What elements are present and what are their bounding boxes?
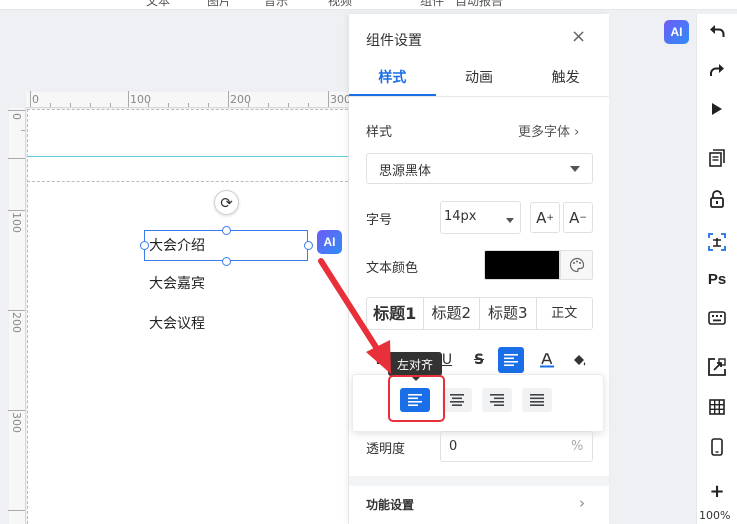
top-item-image[interactable]: 图片	[207, 0, 231, 9]
grid-icon[interactable]	[703, 394, 731, 420]
guide-line	[27, 156, 348, 157]
ps-icon[interactable]: Ps	[703, 266, 731, 292]
chevron-down-icon	[570, 166, 580, 172]
align-justify-button[interactable]	[522, 388, 552, 412]
chevron-right-icon: ›	[579, 494, 585, 512]
opacity-value: 0	[449, 439, 458, 454]
resize-handle[interactable]	[304, 241, 313, 250]
zoom-level[interactable]: 100%	[699, 509, 730, 522]
ruler-label: 0	[10, 113, 23, 120]
function-settings-label: 功能设置	[366, 498, 415, 512]
close-icon[interactable]: ×	[571, 26, 586, 47]
canvas-text-intro[interactable]: 大会介绍	[149, 235, 205, 255]
increase-font-button[interactable]: A +	[530, 202, 560, 233]
align-center-icon	[450, 394, 464, 406]
resize-handle[interactable]	[222, 226, 231, 235]
play-icon[interactable]	[703, 96, 731, 122]
mobile-icon[interactable]	[703, 434, 731, 460]
decrease-font-label: A	[569, 208, 580, 227]
redo-icon[interactable]	[703, 57, 731, 83]
align-left-tooltip: 左对齐	[388, 352, 442, 381]
undo-icon[interactable]	[703, 18, 731, 44]
align-right-icon	[490, 394, 504, 406]
plus-icon[interactable]: +	[703, 478, 731, 504]
top-item-component[interactable]: 组件	[420, 0, 444, 9]
font-size-label: 字号	[366, 213, 393, 228]
ocr-icon[interactable]	[703, 229, 731, 255]
heading-3-button[interactable]: 标题3	[480, 298, 537, 329]
chevron-right-icon: ›	[574, 125, 580, 140]
resize-handle[interactable]	[222, 257, 231, 266]
ai-assist-button[interactable]: AI	[317, 230, 342, 254]
text-color-icon[interactable]	[534, 347, 560, 373]
top-item-music[interactable]: 音乐	[264, 0, 288, 9]
heading-1-button[interactable]: 标题1	[367, 298, 424, 329]
font-family-value: 思源黑体	[379, 164, 432, 179]
opacity-label: 透明度	[366, 442, 406, 457]
top-toolbar: 文本 图片 音乐 视频 组件 自动报告	[0, 0, 737, 10]
import-icon[interactable]	[703, 354, 731, 380]
align-center-button[interactable]	[442, 388, 472, 412]
opacity-unit: %	[571, 439, 584, 454]
font-size-value: 14px	[444, 209, 477, 224]
align-left-icon	[504, 354, 518, 366]
canvas-text-agenda[interactable]: 大会议程	[149, 313, 205, 333]
tab-trigger[interactable]: 触发	[522, 64, 609, 96]
keyboard-icon[interactable]	[703, 305, 731, 331]
more-fonts-link[interactable]: 更多字体 ›	[518, 121, 579, 140]
align-menu-button[interactable]	[498, 347, 524, 373]
ruler-label: 300	[330, 93, 351, 106]
highlight-box	[388, 375, 445, 422]
right-toolbar: Ps + 100%	[696, 14, 737, 524]
ai-top-button[interactable]: AI	[664, 20, 689, 44]
style-label: 样式	[366, 125, 393, 140]
increase-font-label: A	[536, 208, 547, 227]
ruler-label: 200	[10, 312, 23, 333]
top-item-video[interactable]: 视频	[328, 0, 352, 9]
palette-icon[interactable]	[560, 250, 593, 280]
function-settings-row[interactable]: 功能设置 ›	[349, 486, 609, 524]
rotate-icon[interactable]: ⟳	[214, 190, 239, 215]
vertical-ruler: 0 100 200 300	[8, 108, 26, 524]
strikethrough-button[interactable]: S	[466, 347, 492, 373]
lock-icon[interactable]	[703, 186, 731, 212]
canvas-text-guests[interactable]: 大会嘉宾	[149, 273, 205, 293]
font-size-select[interactable]: 14px	[440, 201, 521, 234]
text-color-label: 文本颜色	[366, 261, 419, 276]
body-text-button[interactable]: 正文	[537, 298, 593, 329]
horizontal-ruler: 0 100 200 300	[26, 91, 351, 108]
top-item-report[interactable]: 自动报告	[455, 0, 503, 9]
font-family-select[interactable]: 思源黑体	[366, 153, 593, 184]
more-fonts-label: 更多字体	[518, 125, 571, 140]
chevron-down-icon	[506, 218, 514, 223]
tab-style[interactable]: 样式	[349, 64, 436, 96]
decrease-font-button[interactable]: A −	[563, 202, 593, 233]
align-justify-icon	[530, 394, 544, 406]
opacity-input[interactable]: 0 %	[440, 431, 593, 462]
ruler-label: 0	[32, 93, 39, 106]
ruler-label: 100	[10, 212, 23, 233]
text-color-swatch[interactable]	[484, 250, 560, 280]
fill-bucket-icon[interactable]	[566, 347, 592, 373]
heading-style-group: 标题1 标题2 标题3 正文	[366, 297, 593, 330]
component-settings-panel: 组件设置 × 样式 动画 触发 样式 更多字体 › 思源黑体 字号 14px A…	[349, 14, 609, 524]
heading-2-button[interactable]: 标题2	[424, 298, 480, 329]
resize-handle[interactable]	[140, 241, 149, 250]
copy-icon[interactable]	[703, 145, 731, 171]
align-right-button[interactable]	[482, 388, 512, 412]
ruler-label: 300	[10, 412, 23, 433]
tab-animation[interactable]: 动画	[436, 64, 523, 96]
panel-tabs: 样式 动画 触发	[349, 64, 609, 97]
panel-title: 组件设置	[366, 33, 422, 49]
top-item-text[interactable]: 文本	[146, 0, 170, 9]
